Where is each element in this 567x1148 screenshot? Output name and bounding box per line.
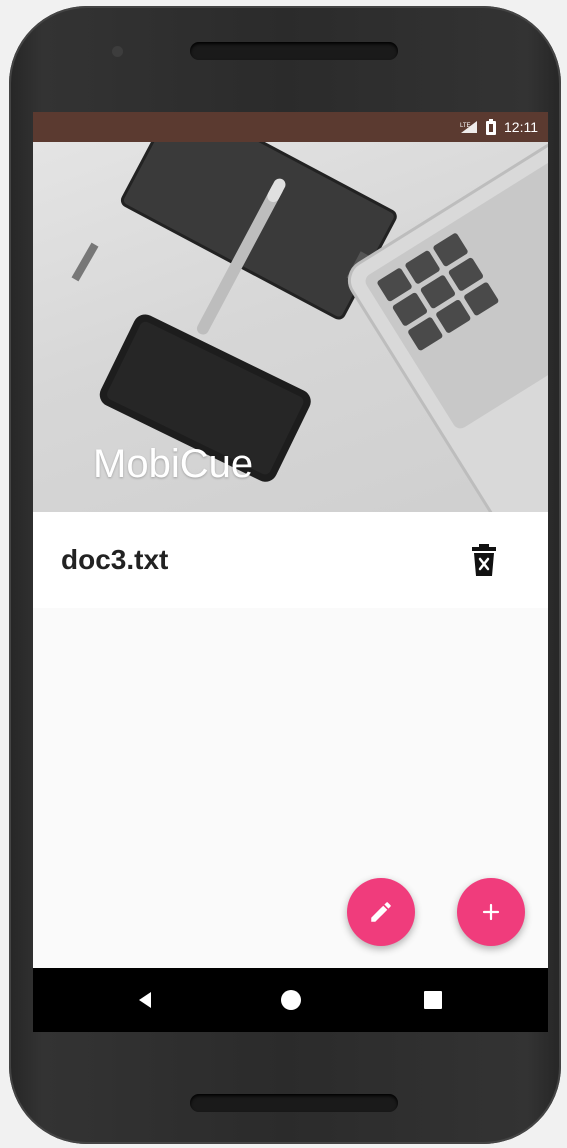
delete-icon bbox=[472, 544, 496, 576]
battery-icon bbox=[486, 119, 496, 135]
svg-text:LTE: LTE bbox=[460, 123, 471, 129]
front-camera bbox=[112, 46, 123, 57]
device-screen: LTE 12:11 MobiCue doc3.txt bbox=[33, 112, 548, 1032]
edit-fab-button[interactable] bbox=[347, 878, 415, 946]
home-button[interactable] bbox=[251, 968, 331, 1032]
status-time: 12:11 bbox=[504, 119, 538, 135]
top-speaker bbox=[190, 42, 398, 60]
delete-button[interactable] bbox=[470, 542, 498, 578]
add-fab-button[interactable] bbox=[457, 878, 525, 946]
pencil-icon bbox=[371, 902, 391, 922]
header-banner: MobiCue bbox=[33, 142, 548, 512]
recent-apps-button[interactable] bbox=[393, 968, 473, 1032]
home-circle-icon bbox=[281, 990, 301, 1010]
bottom-speaker bbox=[190, 1094, 398, 1112]
signal-icon: LTE bbox=[460, 120, 478, 134]
status-bar: LTE 12:11 bbox=[33, 112, 548, 142]
file-name: doc3.txt bbox=[61, 544, 169, 575]
app-title: MobiCue bbox=[93, 442, 254, 486]
plus-icon bbox=[482, 903, 500, 921]
recent-square-icon bbox=[424, 991, 442, 1009]
back-button[interactable] bbox=[105, 968, 185, 1032]
navigation-bar bbox=[33, 968, 548, 1032]
file-list-item[interactable]: doc3.txt bbox=[33, 512, 548, 608]
back-triangle-icon bbox=[139, 992, 151, 1008]
